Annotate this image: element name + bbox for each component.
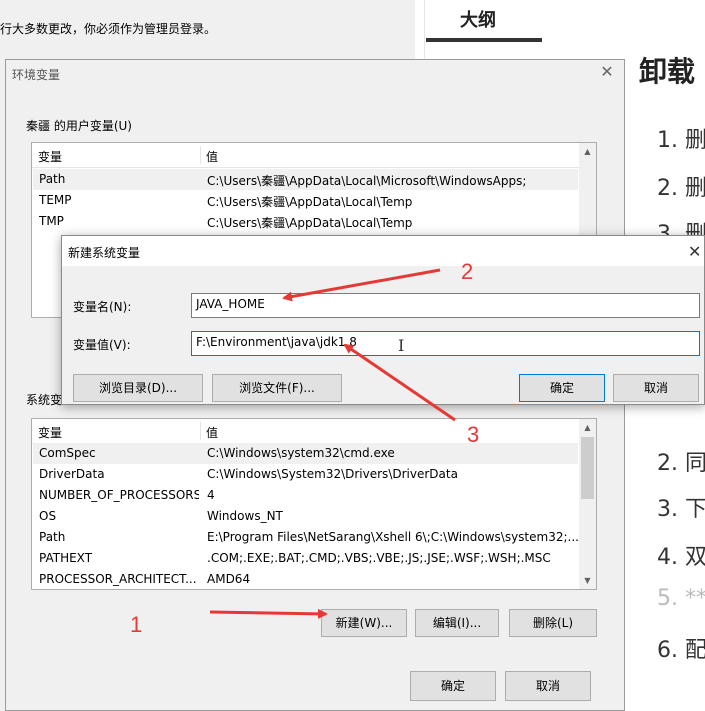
arrow-3 — [343, 343, 456, 422]
arrow-1 — [209, 608, 328, 619]
annotation-number: 2 — [461, 259, 474, 284]
annotation-arrows — [209, 268, 456, 619]
annotation-number: 3 — [467, 422, 480, 447]
annotation-number: 1 — [130, 612, 143, 637]
arrow-2 — [282, 268, 441, 302]
